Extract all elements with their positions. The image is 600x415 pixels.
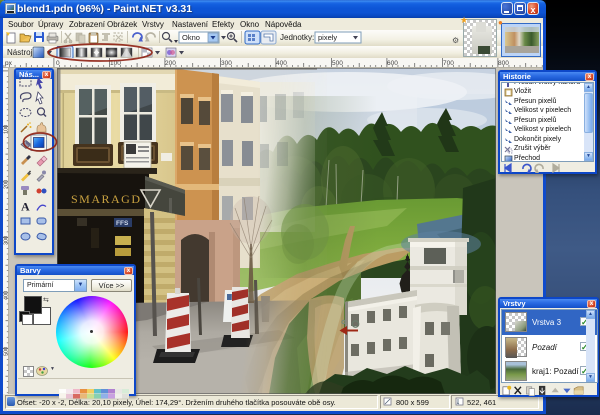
svg-text:400: 400: [276, 60, 287, 67]
svg-text:SMARAGD: SMARAGD: [71, 192, 142, 206]
svg-text:A: A: [21, 200, 30, 214]
svg-text:100: 100: [4, 125, 10, 134]
svg-text:Okno: Okno: [182, 33, 200, 42]
svg-text:px: px: [5, 60, 13, 67]
svg-text:0: 0: [56, 60, 60, 67]
svg-text:pixely: pixely: [318, 33, 337, 42]
svg-text:600: 600: [387, 60, 398, 67]
svg-text:700: 700: [443, 60, 454, 67]
svg-text:200: 200: [165, 60, 176, 67]
svg-text:800: 800: [498, 60, 509, 67]
svg-text:FFS: FFS: [116, 220, 129, 227]
svg-text:200: 200: [4, 180, 10, 189]
svg-text:300: 300: [4, 236, 10, 245]
svg-text:400: 400: [4, 291, 10, 300]
svg-text:100: 100: [110, 60, 121, 67]
svg-text:500: 500: [332, 60, 343, 67]
svg-text:300: 300: [221, 60, 232, 67]
svg-text:Nástroj:: Nástroj:: [7, 48, 35, 57]
svg-text:500: 500: [4, 347, 10, 356]
svg-text:Jednotky:: Jednotky:: [280, 33, 314, 42]
